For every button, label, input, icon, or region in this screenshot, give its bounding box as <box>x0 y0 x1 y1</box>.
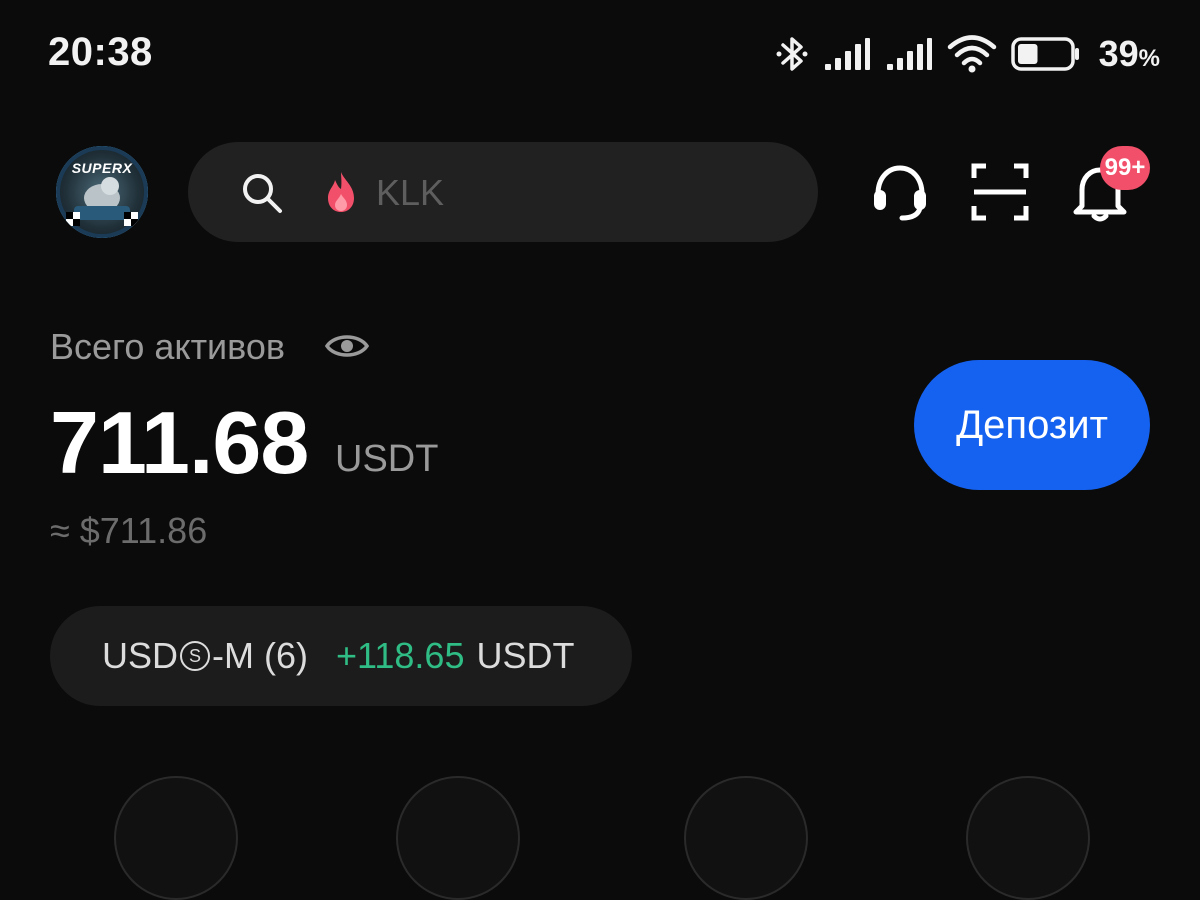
position-pnl: +118.65 <box>336 635 465 676</box>
position-pnl-unit: USDT <box>476 635 575 676</box>
status-icons: 39% <box>775 32 1160 76</box>
signal-icon <box>824 38 870 70</box>
search-placeholder: KLK <box>376 172 445 213</box>
search-icon <box>243 174 282 213</box>
scan-icon[interactable] <box>968 160 1032 224</box>
battery-percent: 39% <box>1098 33 1160 74</box>
shortcut-button[interactable] <box>966 776 1090 900</box>
wifi-icon <box>947 35 996 73</box>
deposit-button[interactable]: Депозит <box>914 360 1150 490</box>
notification-badge: 99+ <box>1100 146 1150 190</box>
stablecoin-icon: S <box>180 641 211 672</box>
total-assets-label: Всего активов <box>50 326 286 367</box>
balance-usd-approx: ≈ $711.86 <box>50 510 208 551</box>
avatar[interactable]: SUPERX <box>56 146 148 238</box>
position-name: USD S -M (6) <box>102 635 308 676</box>
usds-m-position[interactable]: USD S -M (6) +118.65 USDT <box>50 606 632 706</box>
shortcut-button[interactable] <box>114 776 238 900</box>
signal-icon <box>886 38 932 70</box>
total-balance: 711.68 <box>50 393 309 492</box>
shortcut-button[interactable] <box>396 776 520 900</box>
shortcut-button[interactable] <box>684 776 808 900</box>
headset-icon[interactable] <box>868 160 932 224</box>
bluetooth-icon <box>776 37 808 71</box>
fire-icon <box>328 172 354 212</box>
eye-icon[interactable] <box>325 330 369 362</box>
battery-icon <box>1010 37 1079 71</box>
status-time: 20:38 <box>48 30 153 74</box>
balance-unit: USDT <box>335 438 439 480</box>
search-bar[interactable]: KLK <box>188 142 818 242</box>
